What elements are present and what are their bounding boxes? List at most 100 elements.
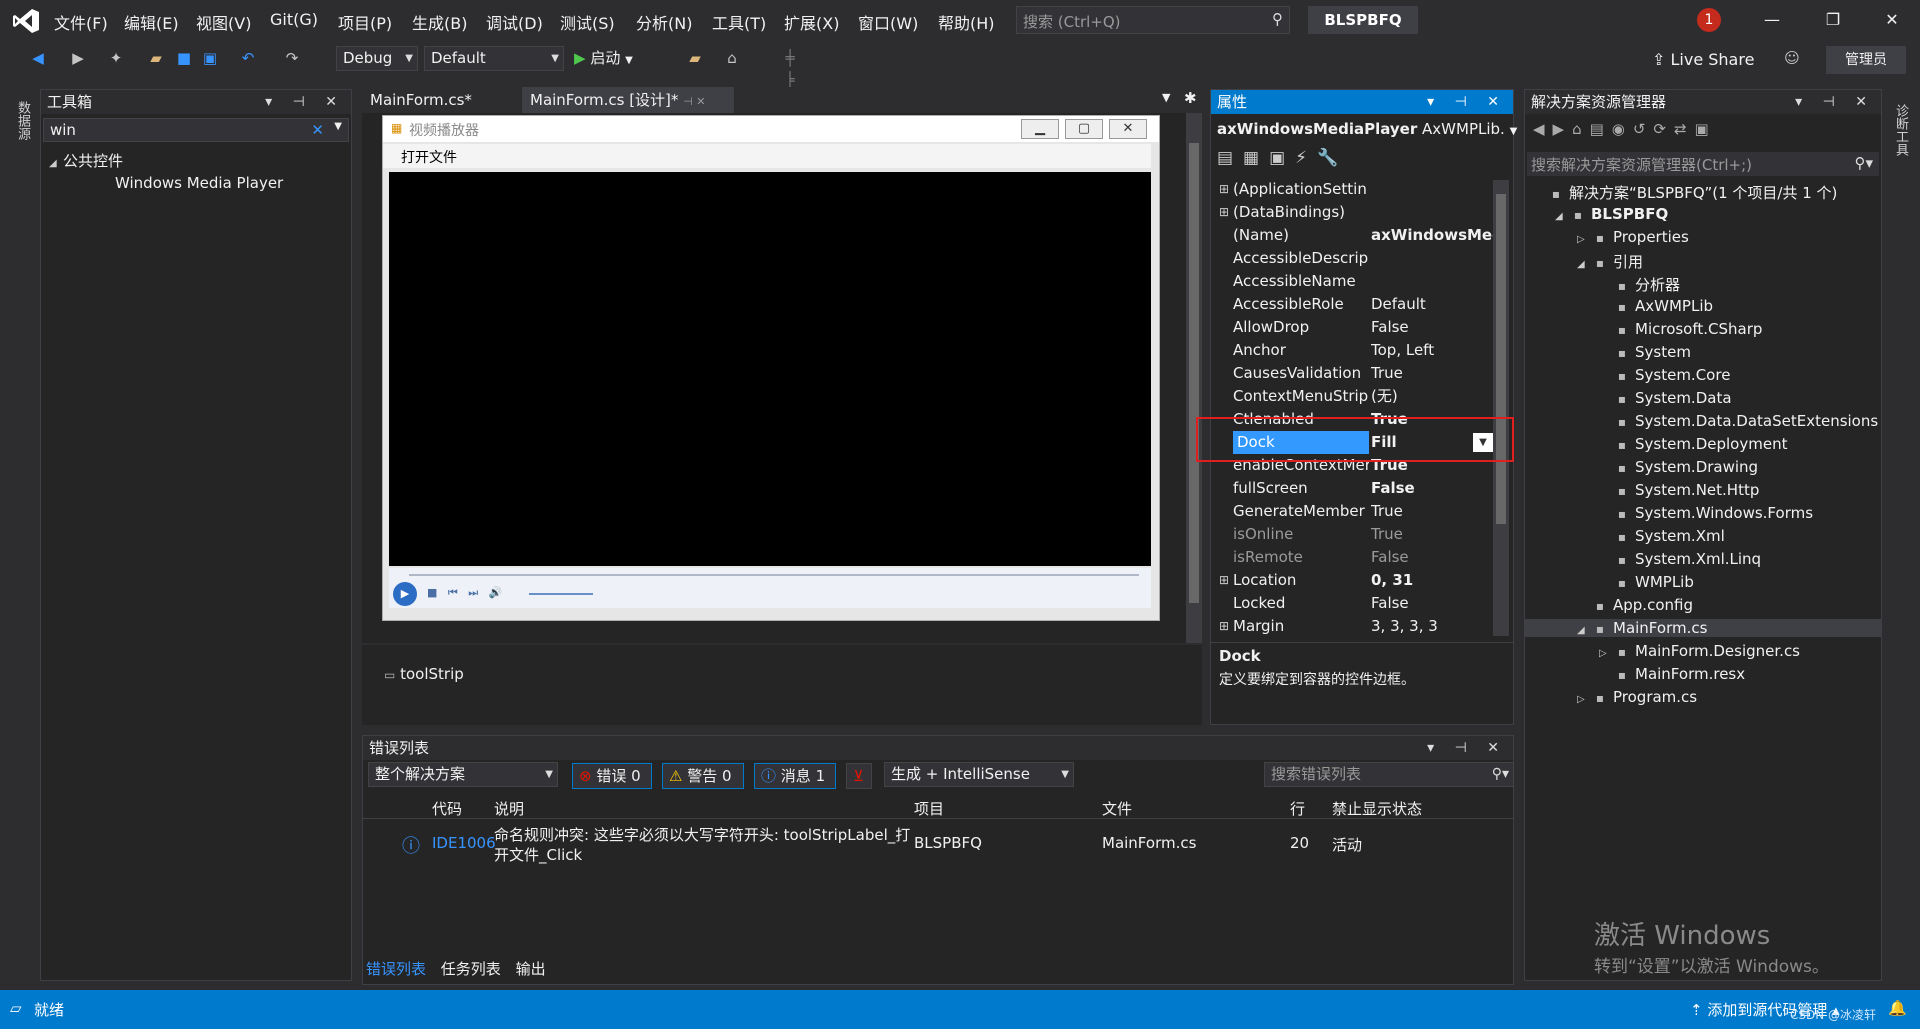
errors-filter-button[interactable]: ⊗ 错误 0: [572, 763, 652, 789]
solution-tree-item[interactable]: ▷ ▪ MainForm.Designer.cs: [1599, 642, 1800, 660]
form-minimize-button[interactable]: ▁: [1021, 119, 1059, 139]
property-row[interactable]: (Name) axWindowsMed: [1227, 224, 1493, 247]
property-row[interactable]: GenerateMember True: [1227, 500, 1493, 523]
menu-item[interactable]: 测试(S): [560, 10, 615, 34]
solution-tree-item[interactable]: ▪ System.Drawing: [1599, 458, 1758, 476]
save-all-icon[interactable]: ▣: [200, 47, 220, 69]
stop-icon[interactable]: ■ ⏮ ⏭ 🔊: [427, 586, 502, 600]
back-icon[interactable]: ◀: [28, 47, 48, 69]
forward-icon[interactable]: ▶: [68, 47, 88, 69]
expand-icon[interactable]: ▷: [1577, 234, 1591, 245]
property-row[interactable]: isRemote False: [1227, 546, 1493, 569]
property-row[interactable]: AccessibleName: [1227, 270, 1493, 293]
expand-icon[interactable]: ⊞: [1219, 615, 1229, 638]
form-menu-open-file[interactable]: 打开文件: [383, 144, 1151, 168]
restore-button[interactable]: ❐: [1813, 6, 1853, 34]
menu-item[interactable]: 文件(F): [54, 10, 108, 34]
menu-item[interactable]: 编辑(E): [124, 10, 179, 34]
menu-item[interactable]: 窗口(W): [858, 10, 918, 34]
volume-slider[interactable]: [529, 593, 593, 595]
col-line[interactable]: 行: [1290, 798, 1305, 819]
menu-item[interactable]: 生成(B): [412, 10, 467, 34]
notifications-bell-icon[interactable]: 🔔: [1888, 999, 1907, 1017]
new-item-icon[interactable]: ✦: [106, 47, 126, 69]
property-row[interactable]: ContextMenuStrip (无): [1227, 385, 1493, 408]
menu-item[interactable]: 帮助(H): [938, 10, 995, 34]
expand-icon[interactable]: ▷: [1599, 648, 1613, 659]
property-value[interactable]: Top, Left: [1371, 339, 1493, 362]
toolbox-item-wmp[interactable]: Windows Media Player: [115, 174, 283, 192]
open-folder-icon[interactable]: ▰: [146, 47, 166, 69]
property-row[interactable]: Margin 3, 3, 3, 3 ⊞: [1219, 615, 1493, 638]
data-sources-tab[interactable]: 数据源: [10, 90, 32, 150]
designer-scrollbar[interactable]: [1186, 113, 1202, 643]
solution-tree-item[interactable]: ▪ Microsoft.CSharp: [1599, 320, 1763, 338]
properties-scrollbar[interactable]: [1493, 180, 1509, 636]
tab-dropdown-icon[interactable]: ▼: [1162, 91, 1170, 104]
menu-item[interactable]: 扩展(X): [784, 10, 839, 34]
tab-error-list[interactable]: 错误列表: [366, 960, 426, 978]
seek-bar[interactable]: [409, 574, 1139, 576]
minimize-button[interactable]: —: [1752, 6, 1792, 34]
property-row[interactable]: AllowDrop False: [1227, 316, 1493, 339]
solution-tree-item[interactable]: ◢ ▪ BLSPBFQ: [1555, 205, 1668, 223]
live-share-button[interactable]: ⇪ Live Share: [1652, 50, 1754, 69]
properties-toolbar-icons[interactable]: ▤▦▣⚡🔧: [1217, 148, 1348, 168]
form-maximize-button[interactable]: ▢: [1065, 119, 1103, 139]
col-desc[interactable]: 说明: [494, 798, 524, 819]
solution-search-input[interactable]: 搜索解决方案资源管理器(Ctrl+;) ⚲▾: [1527, 152, 1879, 176]
property-value[interactable]: False: [1371, 592, 1493, 615]
property-value[interactable]: True: [1371, 523, 1493, 546]
folder-icon[interactable]: ▰: [685, 47, 705, 69]
property-row[interactable]: Anchor Top, Left: [1227, 339, 1493, 362]
start-button[interactable]: ▶ 启动 ▼: [574, 47, 633, 68]
expand-icon[interactable]: ⊞: [1219, 201, 1229, 224]
warnings-filter-button[interactable]: ⚠ 警告 0: [662, 763, 744, 789]
toolbox-group[interactable]: ◢ 公共控件: [49, 150, 123, 171]
expand-icon[interactable]: ◢: [1577, 259, 1591, 270]
solution-tree-item[interactable]: ▪ System.Data.DataSetExtensions: [1599, 412, 1878, 430]
tab-mainform-cs[interactable]: MainForm.cs*: [362, 87, 480, 113]
media-player-video[interactable]: [389, 172, 1151, 566]
solution-tree-item[interactable]: ▪ System: [1599, 343, 1691, 361]
property-value[interactable]: False: [1371, 316, 1493, 339]
menu-item[interactable]: Git(G): [270, 10, 318, 29]
property-row[interactable]: (ApplicationSettin ⊞: [1219, 178, 1493, 201]
solution-tree-item[interactable]: ▪ System.Net.Http: [1599, 481, 1759, 499]
solution-tree-item[interactable]: ◢ ▪ 引用: [1577, 251, 1643, 272]
property-value[interactable]: 3, 3, 3, 3: [1371, 615, 1493, 638]
error-search-input[interactable]: 搜索错误列表 ⚲▾: [1264, 762, 1514, 787]
property-value[interactable]: False: [1371, 477, 1493, 500]
toolstrip-component[interactable]: ▭ toolStrip: [384, 665, 464, 683]
property-row[interactable]: CausesValidation True: [1227, 362, 1493, 385]
property-value[interactable]: True: [1371, 362, 1493, 385]
solution-tree-item[interactable]: ▪ System.Data: [1599, 389, 1732, 407]
tab-task-list[interactable]: 任务列表: [441, 960, 501, 978]
property-row[interactable]: (DataBindings) ⊞: [1219, 201, 1493, 224]
property-value[interactable]: Default: [1371, 293, 1493, 316]
solution-tree-item[interactable]: ▪ App.config: [1577, 596, 1693, 614]
diagnostic-tools-tab[interactable]: 诊断工具: [1888, 90, 1910, 170]
menu-item[interactable]: 分析(N): [636, 10, 692, 34]
form-window[interactable]: 视频播放器 ▦ ▁ ▢ ✕ 打开文件 ▶ ■ ⏮ ⏭ 🔊: [382, 115, 1160, 621]
property-row[interactable]: AccessibleDescrip: [1227, 247, 1493, 270]
build-filter-select[interactable]: 生成 + IntelliSense ▼: [884, 762, 1074, 787]
config-select[interactable]: Debug ▼: [336, 46, 418, 71]
solution-tree-item[interactable]: ▪ System.Windows.Forms: [1599, 504, 1813, 522]
solution-tree-item[interactable]: ▪ System.Xml: [1599, 527, 1725, 545]
solution-tree-item[interactable]: ◢ ▪ MainForm.cs: [1525, 619, 1881, 637]
col-project[interactable]: 项目: [914, 798, 944, 819]
messages-filter-button[interactable]: ⓘ 消息 1: [754, 763, 836, 789]
property-value[interactable]: axWindowsMed: [1371, 224, 1493, 247]
expand-icon[interactable]: ⊞: [1219, 569, 1229, 592]
notification-badge[interactable]: 1: [1697, 8, 1721, 32]
solution-tree-item[interactable]: ▪ System.Deployment: [1599, 435, 1788, 453]
col-file[interactable]: 文件: [1102, 798, 1132, 819]
property-row[interactable]: Location 0, 31 ⊞: [1219, 569, 1493, 592]
object-selector[interactable]: axWindowsMediaPlayer AxWMPLib. ▼: [1217, 120, 1517, 138]
save-icon[interactable]: ■: [174, 47, 194, 69]
property-row[interactable]: AccessibleRole Default: [1227, 293, 1493, 316]
tab-output[interactable]: 输出: [516, 960, 546, 978]
solution-tree-item[interactable]: ▪ MainForm.resx: [1599, 665, 1745, 683]
undo-icon[interactable]: ↶: [238, 47, 258, 69]
